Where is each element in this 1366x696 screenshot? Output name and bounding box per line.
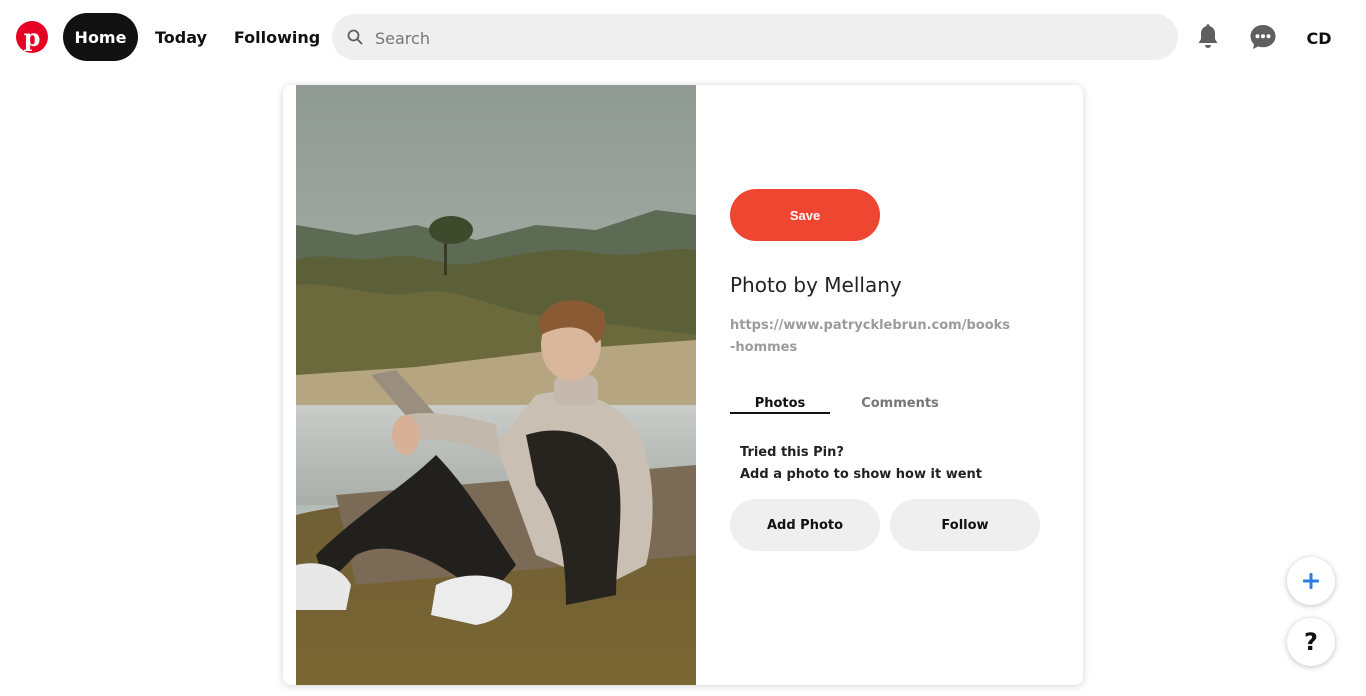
pin-details-panel: Save Photo by Mellany https://www.patryc…	[730, 85, 1070, 685]
logo-glyph: p	[23, 22, 41, 52]
notifications-button[interactable]	[1192, 20, 1224, 54]
nav-following-button[interactable]: Following	[228, 13, 326, 61]
active-tab-indicator	[730, 412, 830, 414]
plus-icon	[1303, 573, 1319, 589]
tried-pin-subtitle: Add a photo to show how it went	[740, 467, 983, 482]
save-button[interactable]: Save	[730, 189, 880, 241]
follow-button[interactable]: Follow	[890, 499, 1040, 551]
search-input[interactable]	[373, 14, 1157, 62]
help-button[interactable]: ?	[1287, 618, 1335, 666]
pin-title: Photo by Mellany	[730, 273, 902, 297]
create-button[interactable]	[1287, 557, 1335, 605]
tried-pin-heading: Tried this Pin?	[740, 445, 844, 460]
search-bar[interactable]	[332, 14, 1178, 62]
search-icon	[347, 29, 363, 45]
tab-comments[interactable]: Comments	[850, 391, 950, 415]
pin-closeup-card: Save Photo by Mellany https://www.patryc…	[283, 85, 1083, 685]
question-mark-icon: ?	[1304, 628, 1318, 656]
nav-today-button[interactable]: Today	[150, 13, 212, 61]
pinterest-logo-icon[interactable]: p	[16, 21, 48, 53]
nav-home-button[interactable]: Home	[63, 13, 138, 61]
account-avatar[interactable]: CD	[1302, 24, 1336, 52]
messages-button[interactable]	[1247, 20, 1279, 54]
add-photo-button[interactable]: Add Photo	[730, 499, 880, 551]
pin-source-link[interactable]: https://www.patrycklebrun.com/books-homm…	[730, 315, 1010, 359]
top-nav-bar: p Home Today Following CD	[0, 0, 1366, 75]
bell-icon	[1198, 24, 1218, 48]
man-sitting-by-lake-photo[interactable]	[296, 85, 696, 685]
chat-bubble-icon	[1250, 25, 1276, 49]
